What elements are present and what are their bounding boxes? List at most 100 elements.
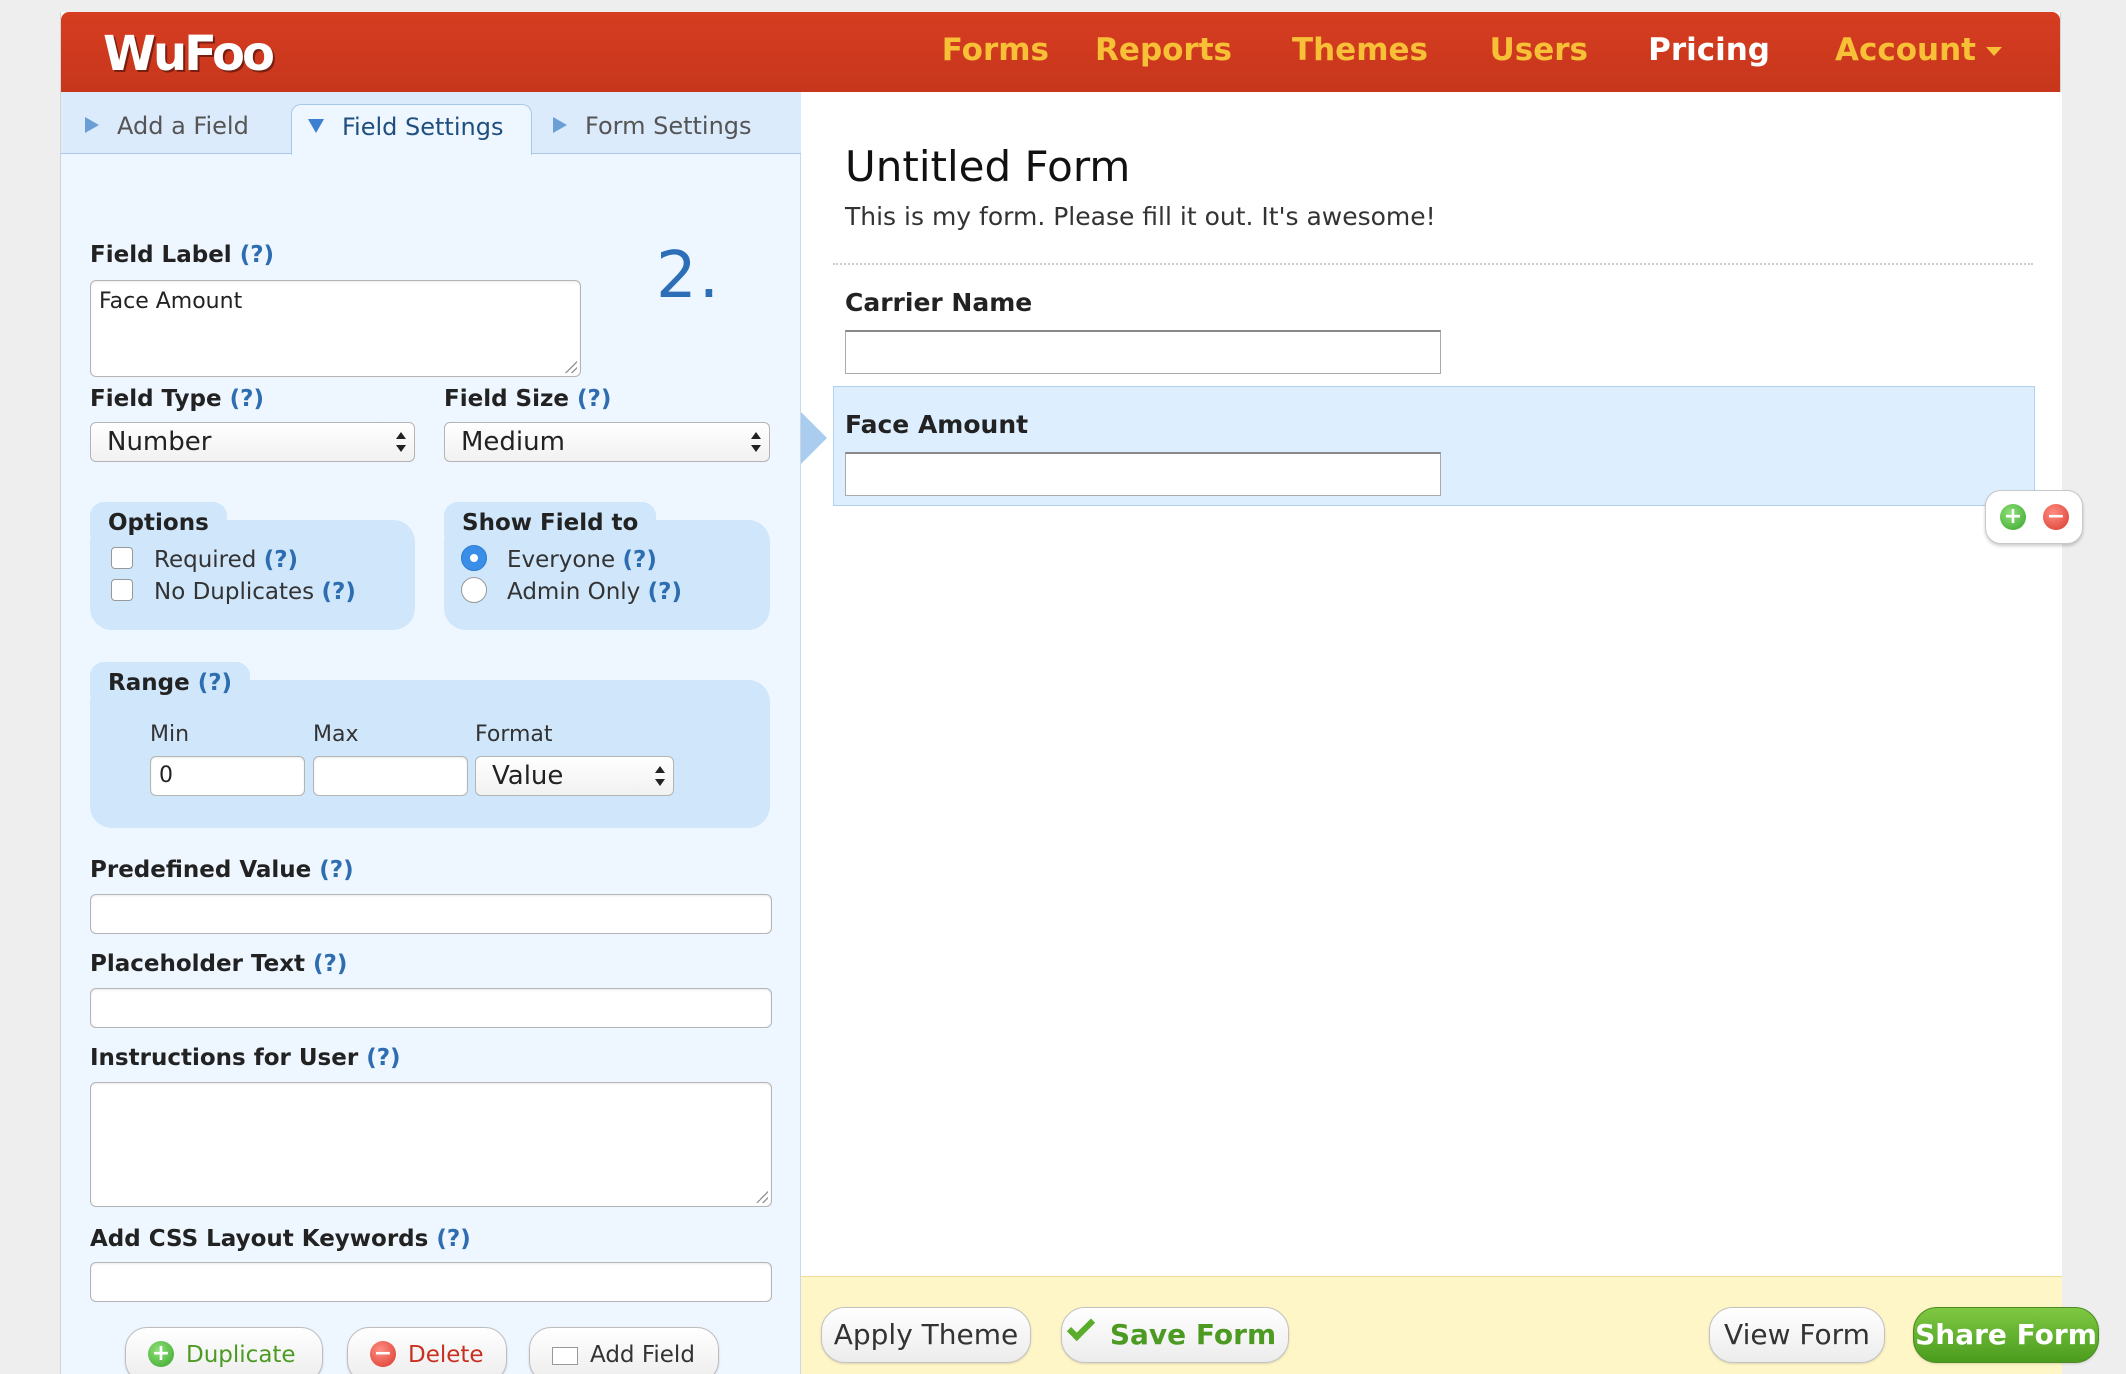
show-field-box [444, 520, 770, 630]
face-amount-input[interactable] [845, 452, 1441, 496]
admin-only-label-text: Admin Only [507, 579, 641, 605]
delete-field-minus-icon[interactable]: − [2043, 504, 2069, 530]
add-field-button[interactable]: Add Field [529, 1327, 719, 1374]
css-keywords-title-text: Add CSS Layout Keywords [90, 1226, 429, 1252]
required-label: Required (?) [154, 547, 298, 573]
range-title-text: Range [108, 670, 190, 696]
wufoo-logo[interactable]: WuFoo [103, 26, 275, 82]
divider [833, 263, 2033, 265]
apply-theme-button[interactable]: Apply Theme [821, 1307, 1031, 1363]
everyone-radio[interactable] [461, 545, 487, 571]
range-max-label: Max [313, 722, 359, 747]
add-field-label: Add Field [590, 1342, 695, 1368]
view-form-button[interactable]: View Form [1709, 1307, 1885, 1363]
caret-down-icon [1986, 47, 2002, 56]
select-arrows-icon [751, 432, 761, 452]
field-label-title-text: Field Label [90, 242, 232, 268]
help-link[interactable]: (?) [240, 242, 274, 268]
nav-themes[interactable]: Themes [1292, 12, 1428, 92]
predefined-value-input[interactable] [90, 894, 772, 934]
checkmark-icon [1066, 1312, 1096, 1342]
field-mini-actions: + − [1985, 490, 2083, 544]
nav-account-label: Account [1835, 32, 1976, 68]
show-field-title: Show Field to [444, 502, 657, 536]
form-description[interactable]: This is my form. Please fill it out. It'… [845, 202, 1436, 231]
triangle-right-icon [553, 117, 567, 133]
placeholder-text-title-text: Placeholder Text [90, 951, 306, 977]
help-link[interactable]: (?) [577, 386, 611, 412]
help-link[interactable]: (?) [313, 951, 347, 977]
field-size-select[interactable]: Medium [444, 422, 770, 462]
range-title: Range (?) [90, 662, 251, 696]
css-keywords-title: Add CSS Layout Keywords (?) [90, 1226, 471, 1252]
admin-only-radio[interactable] [461, 577, 487, 603]
delete-label: Delete [408, 1342, 484, 1368]
help-link[interactable]: (?) [436, 1226, 470, 1252]
top-header: WuFoo Forms Reports Themes Users Pricing… [61, 12, 2060, 92]
tab-add-field-label: Add a Field [117, 112, 249, 140]
field-type-select[interactable]: Number [90, 422, 415, 462]
everyone-label: Everyone (?) [507, 547, 657, 573]
placeholder-text-input[interactable] [90, 988, 772, 1028]
tab-field-settings[interactable]: Field Settings [291, 104, 533, 155]
form-title[interactable]: Untitled Form [845, 142, 1130, 191]
share-form-button[interactable]: Share Form [1913, 1307, 2099, 1363]
field-size-value: Medium [461, 427, 565, 457]
add-field-plus-icon[interactable]: + [2000, 504, 2026, 530]
field-type-title-text: Field Type [90, 386, 222, 412]
nav-forms[interactable]: Forms [942, 12, 1049, 92]
field-type-title: Field Type (?) [90, 386, 264, 412]
minus-icon: − [370, 1340, 396, 1367]
help-link[interactable]: (?) [321, 579, 355, 605]
help-link[interactable]: (?) [319, 857, 353, 883]
tab-field-settings-label: Field Settings [342, 113, 504, 141]
resize-handle-icon[interactable] [756, 1191, 768, 1203]
triangle-right-icon [85, 117, 99, 133]
range-max-input[interactable] [313, 756, 468, 796]
no-duplicates-checkbox[interactable] [111, 579, 133, 601]
resize-handle-icon[interactable] [565, 361, 577, 373]
tab-add-field[interactable]: Add a Field [85, 104, 249, 154]
duplicate-button[interactable]: + Duplicate [125, 1327, 323, 1374]
carrier-name-input[interactable] [845, 330, 1441, 374]
nav-pricing[interactable]: Pricing [1648, 12, 1770, 92]
instructions-textarea[interactable] [90, 1082, 772, 1207]
field-size-title-text: Field Size [444, 386, 569, 412]
add-field-icon [552, 1346, 578, 1365]
selection-pointer-icon [801, 412, 827, 464]
duplicate-label: Duplicate [186, 1342, 296, 1368]
range-format-select[interactable]: Value [475, 756, 674, 796]
help-link[interactable]: (?) [198, 670, 232, 696]
field-label-input[interactable]: Face Amount [90, 280, 581, 377]
no-duplicates-label-text: No Duplicates [154, 579, 315, 605]
instructions-title: Instructions for User (?) [90, 1045, 401, 1071]
css-keywords-input[interactable] [90, 1262, 772, 1302]
field-number: 2. [656, 239, 722, 313]
help-link[interactable]: (?) [264, 547, 298, 573]
help-link[interactable]: (?) [366, 1045, 400, 1071]
form-preview: Untitled Form This is my form. Please fi… [801, 92, 2099, 1374]
options-title: Options [90, 502, 227, 536]
delete-button[interactable]: − Delete [347, 1327, 507, 1374]
no-duplicates-label: No Duplicates (?) [154, 579, 356, 605]
nav-users[interactable]: Users [1490, 12, 1588, 92]
field-type-value: Number [107, 427, 212, 457]
predefined-value-title: Predefined Value (?) [90, 857, 354, 883]
help-link[interactable]: (?) [230, 386, 264, 412]
placeholder-text-title: Placeholder Text (?) [90, 951, 347, 977]
help-link[interactable]: (?) [648, 579, 682, 605]
tab-form-settings-label: Form Settings [585, 112, 752, 140]
app-window: WuFoo Forms Reports Themes Users Pricing… [60, 12, 2099, 1374]
range-min-input[interactable]: 0 [150, 756, 305, 796]
face-amount-label[interactable]: Face Amount [845, 410, 1028, 439]
carrier-name-label[interactable]: Carrier Name [845, 288, 1032, 317]
save-form-button[interactable]: Save Form [1061, 1307, 1289, 1363]
nav-reports[interactable]: Reports [1095, 12, 1232, 92]
triangle-down-icon [308, 119, 324, 133]
select-arrows-icon [396, 432, 406, 452]
nav-account[interactable]: Account [1835, 12, 2002, 92]
help-link[interactable]: (?) [622, 547, 656, 573]
tab-form-settings[interactable]: Form Settings [553, 104, 752, 154]
settings-tabs: Add a Field Field Settings Form Settings [61, 92, 801, 155]
required-checkbox[interactable] [111, 547, 133, 569]
